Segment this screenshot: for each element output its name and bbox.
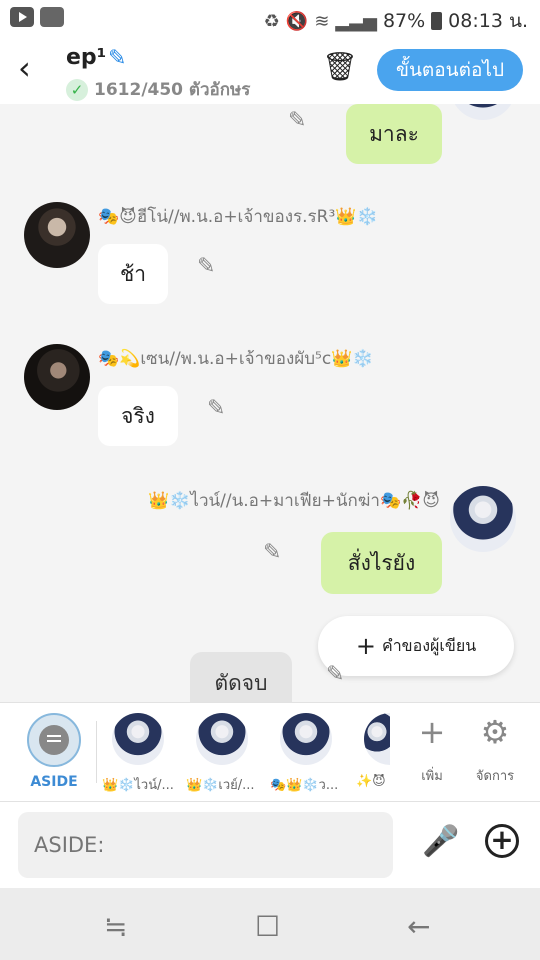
mute-icon: 🔇 (285, 10, 309, 32)
recents-icon[interactable]: ≒ (104, 910, 128, 943)
status-bar: ♻ 🔇 ≋ ▂▃▅ 87% 08:13 น. (0, 0, 540, 36)
character-avatar[interactable] (364, 713, 390, 765)
pencil-icon[interactable]: ✎ (288, 108, 306, 133)
chevron-left-icon[interactable]: ‹ (18, 50, 54, 86)
aside-label: ASIDE (30, 774, 78, 790)
recycle-icon: ♻ (263, 10, 280, 32)
signal-icon: ▂▃▅ (335, 10, 377, 32)
gear-icon[interactable]: ⚙ (470, 713, 520, 751)
author-note-label: คำของผู้เขียน (381, 636, 477, 655)
status-indicators: ♻ 🔇 ≋ ▂▃▅ 87% 08:13 น. (264, 6, 528, 36)
add-circle-icon[interactable]: + (485, 824, 519, 858)
character-label: 🎭👑❄️ว... (270, 778, 339, 793)
pencil-icon[interactable]: ✎ (263, 540, 281, 565)
char-count-row: ✓ 1612/450 ตัวอักษร (66, 76, 250, 103)
character-avatar[interactable] (112, 713, 164, 765)
message-bubble[interactable]: สั่งไรยัง (321, 532, 442, 594)
pencil-icon[interactable]: ✎ (326, 662, 344, 687)
home-icon[interactable]: ☐ (255, 910, 280, 943)
microphone-icon[interactable]: 🎤 (422, 824, 459, 859)
avatar[interactable] (24, 202, 90, 268)
status-apps (10, 7, 64, 27)
character-name: 🎭😈ฮีโน่//พ.น.อ+เจ้าของร.รR³👑❄️ (98, 207, 378, 227)
pencil-icon[interactable]: ✎ (108, 46, 126, 71)
add-icon[interactable]: + (407, 713, 457, 751)
message-bubble[interactable]: ช้า (98, 244, 168, 304)
app-icon (40, 7, 64, 27)
check-icon: ✓ (66, 78, 88, 101)
character-label: 👑❄️เวย์/... (186, 778, 255, 793)
battery-icon (431, 12, 443, 30)
pencil-icon[interactable]: ✎ (197, 254, 215, 279)
navigation-bar: ≒ ☐ ← (0, 888, 540, 960)
chat-editor-screen: ♻ 🔇 ≋ ▂▃▅ 87% 08:13 น. ‹ ep¹ ✎ ✓ 1612/45… (0, 0, 540, 960)
character-strip: ASIDE 👑❄️ไวน์/... 👑❄️เวย์/... 🎭👑❄️ว... ✨… (0, 702, 540, 802)
character-avatar[interactable] (196, 713, 248, 765)
message-bubble[interactable]: ตัดจบ (190, 652, 292, 702)
message-input[interactable] (18, 812, 393, 878)
message-bubble[interactable]: มาละ (346, 104, 442, 164)
chat-area[interactable]: ✎ มาละ 🎭😈ฮีโน่//พ.น.อ+เจ้าของร.รR³👑❄️ ช้… (0, 104, 540, 702)
youtube-icon (10, 7, 34, 27)
pencil-icon[interactable]: ✎ (207, 396, 225, 421)
avatar[interactable] (24, 344, 90, 410)
avatar[interactable] (450, 104, 516, 120)
top-bar: ‹ ep¹ ✎ ✓ 1612/450 ตัวอักษร 🗑 ขั้นตอนต่อ… (0, 36, 540, 104)
note-icon (39, 725, 69, 755)
add-character-label: เพิ่ม (421, 769, 443, 784)
divider (96, 721, 97, 783)
character-label: ✨😈 (356, 774, 386, 789)
char-count: 1612/450 ตัวอักษร (94, 80, 251, 100)
input-bar: 🎤 + (0, 802, 540, 888)
character-label: 👑❄️ไวน์/... (102, 778, 174, 793)
battery-percent: 87% (382, 10, 426, 32)
avatar[interactable] (450, 486, 516, 552)
plus-icon: + (355, 632, 376, 660)
character-name: 🎭💫เซน//พ.น.อ+เจ้าของผับ⁵c👑❄️ (98, 349, 374, 369)
character-avatar[interactable] (280, 713, 332, 765)
aside-avatar[interactable] (27, 713, 81, 767)
character-name: 👑❄️ไวน์//น.อ+มาเฟีย+นักฆ่า🎭🥀😈 (148, 491, 440, 511)
author-note-button[interactable]: + คำของผู้เขียน (318, 616, 514, 676)
back-icon[interactable]: ← (407, 910, 430, 943)
clock: 08:13 น. (448, 10, 528, 32)
episode-title: ep¹ (66, 45, 107, 70)
wifi-icon: ≋ (314, 10, 330, 32)
next-step-button[interactable]: ขั้นตอนต่อไป (377, 49, 523, 91)
message-bubble[interactable]: จริง (98, 386, 178, 446)
trash-icon[interactable]: 🗑 (322, 50, 358, 83)
manage-label: จัดการ (475, 769, 515, 784)
